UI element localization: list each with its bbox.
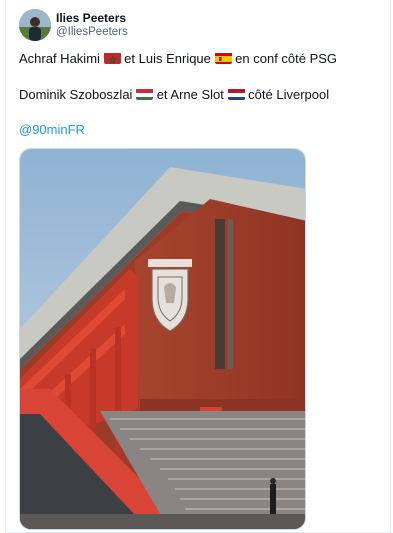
netherlands-flag-icon — [227, 88, 245, 100]
spain-flag-icon — [214, 52, 232, 64]
user-avatar-icon[interactable] — [19, 9, 51, 41]
hungary-flag-icon — [136, 88, 154, 100]
tweet-text-segment: Achraf Hakimi — [19, 51, 100, 66]
tweet-media-image[interactable] — [19, 148, 306, 530]
morocco-flag-icon — [103, 52, 121, 64]
tweet-text-segment: et Luis Enrique — [124, 51, 211, 66]
tweet-card[interactable]: Ilies Peeters @IliesPeeters Achraf Hakim… — [5, 0, 391, 533]
tweet-text-segment: côté Liverpool — [248, 87, 330, 102]
tweet-text-segment: en conf côté PSG — [235, 51, 338, 66]
tweet-text-segment: Dominik Szoboszlai — [19, 87, 133, 102]
tweet-text-line-2: Dominik Szoboszlai et Arne Slot côté Liv… — [19, 86, 329, 104]
tweet-text-line-1: Achraf Hakimi et Luis Enrique en conf cô… — [19, 50, 337, 68]
mention-link[interactable]: @90minFR — [19, 122, 85, 137]
author-handle[interactable]: @IliesPeeters — [56, 25, 128, 39]
stadium-photo — [20, 149, 305, 529]
author-display-name[interactable]: Ilies Peeters — [56, 11, 128, 25]
tweet-text-segment: et Arne Slot — [156, 87, 224, 102]
tweet-header: Ilies Peeters @IliesPeeters — [19, 8, 128, 42]
